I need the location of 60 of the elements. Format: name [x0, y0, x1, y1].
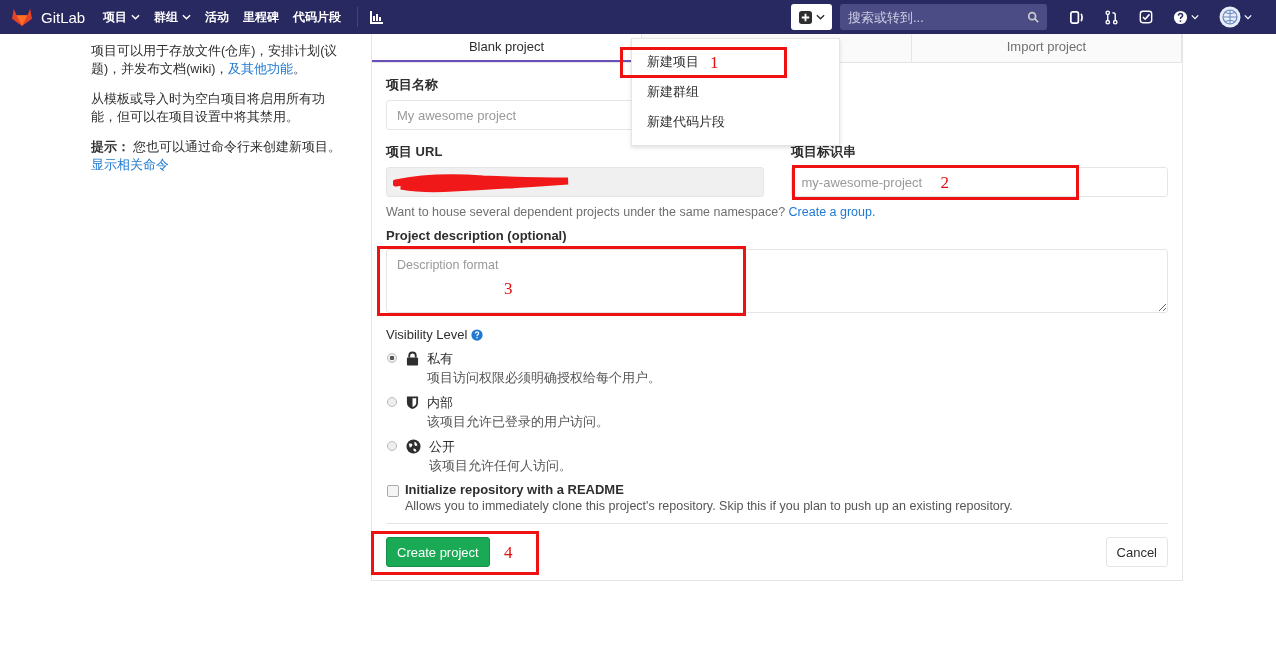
tab[interactable]: Import project: [912, 34, 1182, 62]
nav-link[interactable]: 活动: [205, 8, 230, 26]
readme-hint: Allows you to immediately clone this project's repository. Skip this if you plan to push up an existing repository.: [405, 499, 1013, 513]
visibility-option-hint: 项目访问权限必须明确授权给每个用户。: [427, 370, 661, 387]
caret-icon[interactable]: [1191, 14, 1199, 20]
visibility-option-label: 公开: [429, 438, 456, 456]
nav-link[interactable]: 项目: [103, 8, 141, 26]
field-label: 项目 URL: [386, 143, 443, 161]
tab[interactable]: Blank project: [372, 34, 642, 62]
intro-link[interactable]: 及其他功能: [228, 62, 294, 76]
chart-icon[interactable]: [370, 10, 385, 24]
cancel-button[interactable]: Cancel: [1105, 537, 1168, 567]
caret-icon: [815, 14, 825, 20]
intro-link[interactable]: 显示相关命令: [91, 158, 169, 172]
caret-icon[interactable]: [182, 14, 192, 20]
issues-icon[interactable]: [1069, 9, 1084, 25]
nav-link[interactable]: 群组: [154, 8, 192, 26]
globe-icon: [406, 439, 421, 454]
search-field[interactable]: 搜索或转到...: [840, 4, 1047, 30]
intro-paragraph: 提示： 您也可以通过命令行来创建新项目。 显示相关命令: [91, 139, 343, 174]
help-icon[interactable]: [1173, 9, 1188, 25]
radio-button[interactable]: [387, 353, 397, 363]
brand-name[interactable]: GitLab: [41, 8, 86, 26]
intro-paragraph: 从模板或导入时为空白项目将启用所有功能，但可以在项目设置中将其禁用。: [91, 91, 326, 126]
menu-item[interactable]: 新建代码片段: [647, 113, 725, 131]
group-hint: Want to house several dependent projects under the same namespace?: [386, 205, 786, 219]
menu-item[interactable]: 新建项目: [647, 53, 699, 71]
visibility-option-hint: 该项目允许任何人访问。: [429, 458, 572, 475]
readme-label: Initialize repository with a README: [405, 482, 625, 497]
field-label: Project description (optional): [386, 228, 567, 243]
readme-checkbox[interactable]: [387, 485, 399, 497]
radio-button[interactable]: [387, 397, 397, 407]
radio-button[interactable]: [387, 441, 397, 451]
annotation-number: 4: [504, 543, 513, 563]
merge-request-icon[interactable]: [1104, 9, 1119, 25]
project-url-field[interactable]: [386, 167, 764, 197]
visibility-option-label: 私有: [427, 350, 454, 368]
fox-logo-icon[interactable]: [11, 7, 33, 27]
shield-icon: [406, 395, 419, 410]
visibility-label: Visibility Level: [386, 327, 468, 342]
nav-link[interactable]: 代码片段: [293, 8, 342, 26]
plus-icon: [798, 10, 812, 24]
caret-icon[interactable]: [131, 14, 141, 20]
search-icon: [1027, 11, 1039, 23]
menu-item[interactable]: 新建群组: [647, 83, 699, 101]
todo-check-icon[interactable]: [1139, 10, 1153, 24]
visibility-option-label: 内部: [427, 394, 454, 412]
caret-icon[interactable]: [1244, 14, 1252, 20]
nav-link[interactable]: 里程碑: [243, 8, 280, 26]
annotation-number: 2: [940, 173, 949, 193]
intro-paragraph: 项目可以用于存放文件(仓库)，安排计划(议题)，并发布文档(wiki)，及其他功能。: [91, 43, 339, 78]
create-group-link[interactable]: Create a group.: [788, 205, 876, 219]
visibility-option-hint: 该项目允许已登录的用户访问。: [427, 414, 609, 431]
lock-icon: [406, 351, 419, 366]
annotation-number: 1: [710, 53, 719, 73]
field-label: 项目标识串: [790, 143, 856, 161]
avatar-icon[interactable]: [1219, 6, 1241, 28]
field-label: 项目名称: [386, 76, 438, 94]
annotation-number: 3: [504, 279, 513, 299]
new-button[interactable]: [791, 4, 832, 30]
